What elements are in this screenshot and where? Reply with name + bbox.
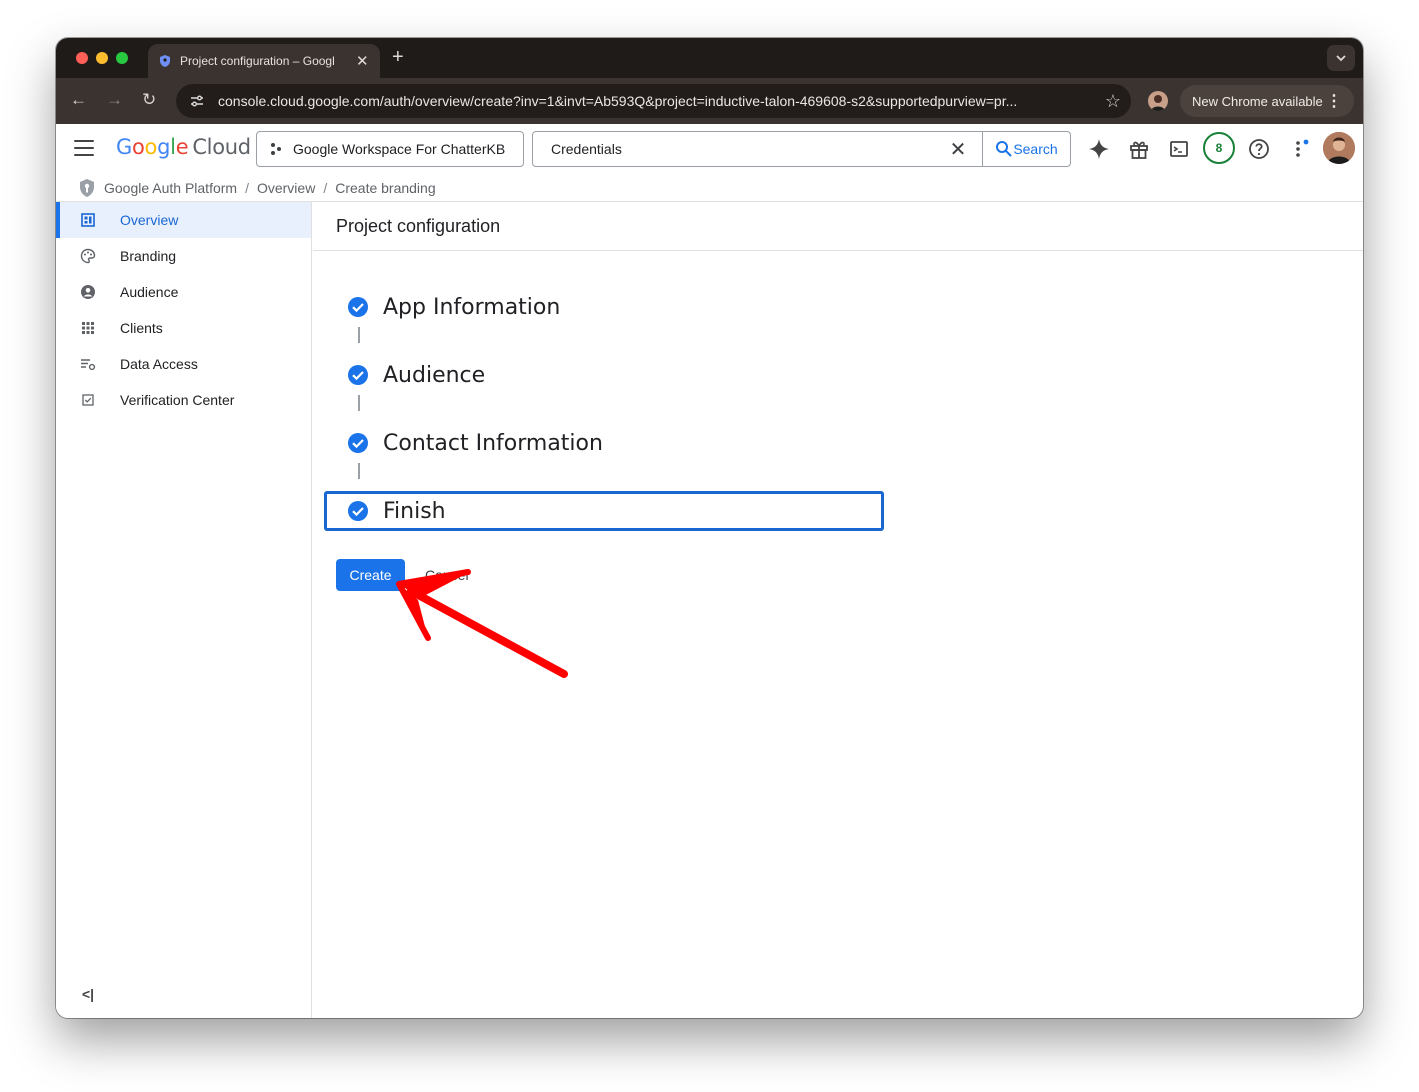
search-icon xyxy=(996,141,1013,157)
forward-arrow-icon[interactable]: → xyxy=(106,90,123,110)
step-contact-information[interactable]: Contact Information xyxy=(347,429,603,457)
step-connector xyxy=(358,395,360,411)
breadcrumb: Google Auth Platform / Overview / Create… xyxy=(56,174,1363,202)
project-dots-icon xyxy=(269,142,283,156)
main-content: Project configuration App Information Au… xyxy=(313,202,1363,1018)
logo-letter: e xyxy=(175,135,189,159)
grid-icon xyxy=(80,320,96,336)
sidebar-item-overview[interactable]: Overview xyxy=(56,202,311,238)
auth-shield-icon xyxy=(78,178,96,198)
sidebar-item-data-access[interactable]: Data Access xyxy=(56,346,311,382)
cloud-header: Google Cloud Google Workspace For Chatter… xyxy=(56,124,1363,174)
sidebar-item-label: Overview xyxy=(120,212,179,228)
check-circle-icon xyxy=(347,432,369,454)
tab-title: Project configuration – Googl xyxy=(180,54,335,68)
sidebar: Overview Branding Audience Clients Data … xyxy=(56,202,312,1018)
update-label: New Chrome available xyxy=(1192,93,1323,109)
back-arrow-icon[interactable]: ← xyxy=(70,90,87,110)
logo-letter: g xyxy=(157,135,171,159)
step-label: Finish xyxy=(383,498,446,524)
logo-google-text: Google xyxy=(116,135,189,159)
sidebar-item-label: Branding xyxy=(120,248,177,264)
create-button[interactable]: Create xyxy=(336,559,405,591)
breadcrumb-item[interactable]: Overview xyxy=(257,180,315,196)
search-bar: Credentials ✕ Search xyxy=(532,131,1071,167)
new-tab-icon[interactable]: + xyxy=(392,46,404,69)
account-icon xyxy=(80,284,96,300)
help-icon[interactable] xyxy=(1246,136,1272,162)
browser-window: Project configuration – Googl ✕ + ← → ↻ … xyxy=(56,38,1363,1018)
url-text: console.cloud.google.com/auth/overview/c… xyxy=(218,93,1018,109)
check-circle-icon xyxy=(347,296,369,318)
sidebar-item-label: Verification Center xyxy=(120,392,235,408)
collapse-sidebar-icon[interactable]: <| xyxy=(82,986,94,1002)
tab-search-chevron-icon[interactable] xyxy=(1327,45,1355,71)
window-controls xyxy=(76,52,128,64)
breadcrumb-item-current: Create branding xyxy=(335,179,436,196)
step-connector xyxy=(358,463,360,479)
step-label: App Information xyxy=(383,294,561,320)
gemini-sparkle-icon[interactable] xyxy=(1086,136,1112,162)
sidebar-item-verification-center[interactable]: Verification Center xyxy=(56,382,311,418)
step-app-information[interactable]: App Information xyxy=(347,293,560,321)
check-circle-icon xyxy=(347,364,369,386)
minimize-window-button[interactable] xyxy=(96,52,108,64)
logo-letter: G xyxy=(116,135,132,159)
sidebar-item-clients[interactable]: Clients xyxy=(56,310,311,346)
logo-letter: o xyxy=(131,135,145,159)
check-circle-icon xyxy=(347,500,369,522)
cloud-shell-icon[interactable] xyxy=(1166,136,1192,162)
notifications-badge[interactable]: 8 xyxy=(1203,132,1235,164)
page-title: Project configuration xyxy=(313,202,1363,251)
clear-search-icon[interactable]: ✕ xyxy=(934,137,982,162)
shield-favicon-icon xyxy=(158,54,172,68)
step-connector xyxy=(358,327,360,343)
search-input[interactable]: Credentials xyxy=(533,141,934,157)
browser-toolbar: ← → ↻ console.cloud.google.com/auth/over… xyxy=(56,78,1363,124)
logo-letter: o xyxy=(144,135,158,159)
chrome-menu-icon[interactable]: ⋮ xyxy=(1326,91,1342,111)
address-bar[interactable]: console.cloud.google.com/auth/overview/c… xyxy=(176,84,1131,118)
bookmark-star-icon[interactable]: ☆ xyxy=(1105,91,1121,112)
cancel-button[interactable]: Cancel xyxy=(425,559,469,591)
more-options-icon[interactable] xyxy=(1288,136,1314,162)
reload-icon[interactable]: ↻ xyxy=(142,90,156,110)
palette-icon xyxy=(80,248,96,264)
tab-strip: Project configuration – Googl ✕ + xyxy=(56,38,1363,78)
close-tab-icon[interactable]: ✕ xyxy=(356,52,369,70)
site-settings-icon[interactable] xyxy=(186,90,208,112)
sidebar-item-label: Clients xyxy=(120,320,163,336)
sidebar-item-audience[interactable]: Audience xyxy=(56,274,311,310)
project-name: Google Workspace For ChatterKB xyxy=(293,141,506,157)
close-window-button[interactable] xyxy=(76,52,88,64)
step-label: Audience xyxy=(383,362,486,388)
sidebar-item-label: Audience xyxy=(120,284,179,300)
dashboard-icon xyxy=(80,212,96,228)
menu-icon[interactable] xyxy=(74,140,94,161)
account-avatar[interactable] xyxy=(1323,132,1355,164)
sidebar-item-branding[interactable]: Branding xyxy=(56,238,311,274)
logo-cloud-text: Cloud xyxy=(192,135,251,159)
browser-tab[interactable]: Project configuration – Googl ✕ xyxy=(148,44,380,78)
breadcrumb-item[interactable]: Google Auth Platform xyxy=(104,180,237,196)
google-cloud-logo[interactable]: Google Cloud xyxy=(116,135,251,159)
profile-avatar-icon[interactable] xyxy=(1148,91,1168,111)
breadcrumb-separator: / xyxy=(245,179,249,196)
step-label: Contact Information xyxy=(383,430,603,456)
breadcrumb-separator: / xyxy=(323,179,328,196)
update-chrome-button[interactable]: New Chrome available ⋮ xyxy=(1180,85,1354,117)
step-audience[interactable]: Audience xyxy=(347,361,485,389)
list-settings-icon xyxy=(80,356,96,372)
search-button[interactable]: Search xyxy=(982,132,1070,166)
project-picker[interactable]: Google Workspace For ChatterKB xyxy=(256,131,524,167)
sidebar-item-label: Data Access xyxy=(120,356,198,372)
checkbox-icon xyxy=(80,392,96,408)
step-finish[interactable]: Finish xyxy=(347,497,446,525)
gift-icon[interactable] xyxy=(1126,136,1152,162)
maximize-window-button[interactable] xyxy=(116,52,128,64)
search-button-label: Search xyxy=(1013,141,1058,157)
